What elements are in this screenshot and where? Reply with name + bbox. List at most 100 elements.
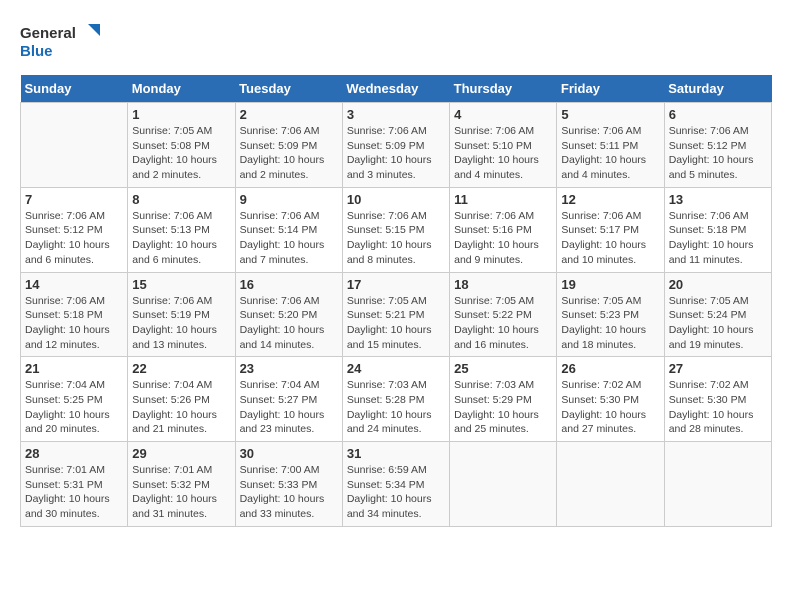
day-info: Sunrise: 7:06 AM Sunset: 5:18 PM Dayligh… <box>25 294 123 353</box>
day-info: Sunrise: 7:05 AM Sunset: 5:21 PM Dayligh… <box>347 294 445 353</box>
day-info: Sunrise: 7:06 AM Sunset: 5:09 PM Dayligh… <box>240 124 338 183</box>
calendar-cell <box>21 103 128 188</box>
calendar-week-row: 7Sunrise: 7:06 AM Sunset: 5:12 PM Daylig… <box>21 187 772 272</box>
calendar-cell: 19 Sunrise: 7:05 AM Sunset: 5:23 PM Dayli… <box>557 272 664 357</box>
calendar-week-row: 21Sunrise: 7:04 AM Sunset: 5:25 PM Dayli… <box>21 357 772 442</box>
day-number: 12 <box>561 192 659 207</box>
day-info: Sunrise: 7:05 AM Sunset: 5:23 PM Dayligh… <box>561 294 659 353</box>
calendar-cell: 13Sunrise: 7:06 AM Sunset: 5:18 PM Dayli… <box>664 187 771 272</box>
day-info: Sunrise: 7:06 AM Sunset: 5:09 PM Dayligh… <box>347 124 445 183</box>
day-number: 1 <box>132 107 230 122</box>
day-info: Sunrise: 7:03 AM Sunset: 5:29 PM Dayligh… <box>454 378 552 437</box>
weekday-header: Wednesday <box>342 75 449 103</box>
day-info: Sunrise: 7:02 AM Sunset: 5:30 PM Dayligh… <box>669 378 767 437</box>
day-number: 15 <box>132 277 230 292</box>
day-info: Sunrise: 7:04 AM Sunset: 5:27 PM Dayligh… <box>240 378 338 437</box>
logo-svg: General Blue <box>20 20 110 65</box>
day-number: 9 <box>240 192 338 207</box>
day-number: 31 <box>347 446 445 461</box>
calendar-cell: 10 Sunrise: 7:06 AM Sunset: 5:15 PM Dayli… <box>342 187 449 272</box>
calendar-cell: 16Sunrise: 7:06 AM Sunset: 5:20 PM Dayli… <box>235 272 342 357</box>
calendar-week-row: 14 Sunrise: 7:06 AM Sunset: 5:18 PM Dayli… <box>21 272 772 357</box>
calendar-cell: 18 Sunrise: 7:05 AM Sunset: 5:22 PM Dayli… <box>450 272 557 357</box>
day-info: Sunrise: 7:06 AM Sunset: 5:13 PM Dayligh… <box>132 209 230 268</box>
calendar-cell: 22 Sunrise: 7:04 AM Sunset: 5:26 PM Dayli… <box>128 357 235 442</box>
day-info: Sunrise: 7:05 AM Sunset: 5:08 PM Dayligh… <box>132 124 230 183</box>
day-info: Sunrise: 7:03 AM Sunset: 5:28 PM Dayligh… <box>347 378 445 437</box>
day-number: 17 <box>347 277 445 292</box>
calendar-cell: 27 Sunrise: 7:02 AM Sunset: 5:30 PM Dayli… <box>664 357 771 442</box>
calendar-table: SundayMondayTuesdayWednesdayThursdayFrid… <box>20 75 772 527</box>
calendar-cell: 6Sunrise: 7:06 AM Sunset: 5:12 PM Daylig… <box>664 103 771 188</box>
calendar-cell: 8 Sunrise: 7:06 AM Sunset: 5:13 PM Daylig… <box>128 187 235 272</box>
calendar-cell: 26Sunrise: 7:02 AM Sunset: 5:30 PM Dayli… <box>557 357 664 442</box>
day-info: Sunrise: 7:04 AM Sunset: 5:25 PM Dayligh… <box>25 378 123 437</box>
day-number: 29 <box>132 446 230 461</box>
calendar-cell: 9 Sunrise: 7:06 AM Sunset: 5:14 PM Daylig… <box>235 187 342 272</box>
page-header: General Blue <box>20 20 772 65</box>
day-info: Sunrise: 7:02 AM Sunset: 5:30 PM Dayligh… <box>561 378 659 437</box>
calendar-cell: 3 Sunrise: 7:06 AM Sunset: 5:09 PM Daylig… <box>342 103 449 188</box>
calendar-cell: 21Sunrise: 7:04 AM Sunset: 5:25 PM Dayli… <box>21 357 128 442</box>
day-info: Sunrise: 7:04 AM Sunset: 5:26 PM Dayligh… <box>132 378 230 437</box>
calendar-cell <box>557 442 664 527</box>
day-number: 28 <box>25 446 123 461</box>
day-number: 24 <box>347 361 445 376</box>
calendar-cell: 31 Sunrise: 6:59 AM Sunset: 5:34 PM Dayli… <box>342 442 449 527</box>
weekday-header: Thursday <box>450 75 557 103</box>
day-info: Sunrise: 7:06 AM Sunset: 5:20 PM Dayligh… <box>240 294 338 353</box>
calendar-cell: 14 Sunrise: 7:06 AM Sunset: 5:18 PM Dayli… <box>21 272 128 357</box>
weekday-header: Monday <box>128 75 235 103</box>
day-number: 3 <box>347 107 445 122</box>
day-number: 7 <box>25 192 123 207</box>
calendar-cell: 7Sunrise: 7:06 AM Sunset: 5:12 PM Daylig… <box>21 187 128 272</box>
day-number: 19 <box>561 277 659 292</box>
day-number: 22 <box>132 361 230 376</box>
day-info: Sunrise: 7:06 AM Sunset: 5:10 PM Dayligh… <box>454 124 552 183</box>
day-number: 8 <box>132 192 230 207</box>
day-number: 25 <box>454 361 552 376</box>
calendar-cell: 15 Sunrise: 7:06 AM Sunset: 5:19 PM Dayli… <box>128 272 235 357</box>
calendar-cell: 20 Sunrise: 7:05 AM Sunset: 5:24 PM Dayli… <box>664 272 771 357</box>
day-info: Sunrise: 7:06 AM Sunset: 5:17 PM Dayligh… <box>561 209 659 268</box>
day-number: 18 <box>454 277 552 292</box>
svg-text:Blue: Blue <box>20 43 53 60</box>
weekday-header: Tuesday <box>235 75 342 103</box>
calendar-cell: 24 Sunrise: 7:03 AM Sunset: 5:28 PM Dayli… <box>342 357 449 442</box>
calendar-cell: 2 Sunrise: 7:06 AM Sunset: 5:09 PM Daylig… <box>235 103 342 188</box>
day-info: Sunrise: 7:05 AM Sunset: 5:24 PM Dayligh… <box>669 294 767 353</box>
day-info: Sunrise: 7:06 AM Sunset: 5:16 PM Dayligh… <box>454 209 552 268</box>
day-number: 14 <box>25 277 123 292</box>
day-info: Sunrise: 7:05 AM Sunset: 5:22 PM Dayligh… <box>454 294 552 353</box>
svg-text:General: General <box>20 25 76 42</box>
day-number: 10 <box>347 192 445 207</box>
day-info: Sunrise: 7:06 AM Sunset: 5:12 PM Dayligh… <box>669 124 767 183</box>
weekday-header: Sunday <box>21 75 128 103</box>
day-number: 27 <box>669 361 767 376</box>
calendar-cell: 30 Sunrise: 7:00 AM Sunset: 5:33 PM Dayli… <box>235 442 342 527</box>
day-info: Sunrise: 7:06 AM Sunset: 5:15 PM Dayligh… <box>347 209 445 268</box>
calendar-cell: 5 Sunrise: 7:06 AM Sunset: 5:11 PM Daylig… <box>557 103 664 188</box>
day-info: Sunrise: 7:06 AM Sunset: 5:11 PM Dayligh… <box>561 124 659 183</box>
calendar-cell: 25 Sunrise: 7:03 AM Sunset: 5:29 PM Dayli… <box>450 357 557 442</box>
calendar-cell: 17 Sunrise: 7:05 AM Sunset: 5:21 PM Dayli… <box>342 272 449 357</box>
calendar-cell: 23Sunrise: 7:04 AM Sunset: 5:27 PM Dayli… <box>235 357 342 442</box>
day-number: 20 <box>669 277 767 292</box>
day-info: Sunrise: 7:06 AM Sunset: 5:14 PM Dayligh… <box>240 209 338 268</box>
weekday-header: Saturday <box>664 75 771 103</box>
day-number: 5 <box>561 107 659 122</box>
calendar-cell: 12 Sunrise: 7:06 AM Sunset: 5:17 PM Dayli… <box>557 187 664 272</box>
day-info: Sunrise: 6:59 AM Sunset: 5:34 PM Dayligh… <box>347 463 445 522</box>
day-info: Sunrise: 7:01 AM Sunset: 5:31 PM Dayligh… <box>25 463 123 522</box>
day-info: Sunrise: 7:00 AM Sunset: 5:33 PM Dayligh… <box>240 463 338 522</box>
weekday-header-row: SundayMondayTuesdayWednesdayThursdayFrid… <box>21 75 772 103</box>
day-number: 2 <box>240 107 338 122</box>
calendar-cell: 4Sunrise: 7:06 AM Sunset: 5:10 PM Daylig… <box>450 103 557 188</box>
calendar-week-row: 1 Sunrise: 7:05 AM Sunset: 5:08 PM Daylig… <box>21 103 772 188</box>
calendar-cell <box>664 442 771 527</box>
calendar-week-row: 28 Sunrise: 7:01 AM Sunset: 5:31 PM Dayli… <box>21 442 772 527</box>
day-number: 30 <box>240 446 338 461</box>
day-info: Sunrise: 7:06 AM Sunset: 5:19 PM Dayligh… <box>132 294 230 353</box>
calendar-cell <box>450 442 557 527</box>
day-info: Sunrise: 7:06 AM Sunset: 5:18 PM Dayligh… <box>669 209 767 268</box>
